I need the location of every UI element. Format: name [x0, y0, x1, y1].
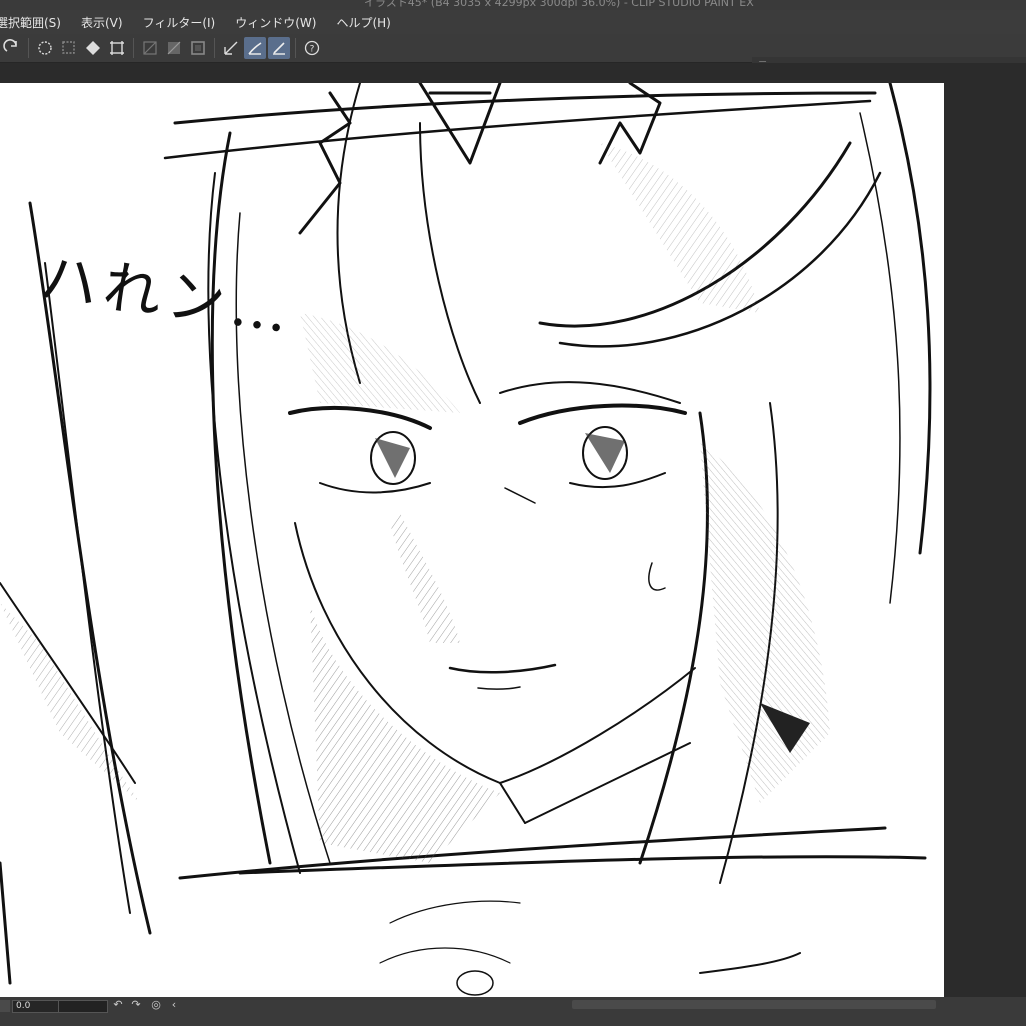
title-bar: イラスト45* (B4 3035 x 4299px 300dpi 36.0%) … [0, 0, 1026, 10]
clear-button[interactable] [163, 37, 185, 59]
help-button[interactable]: ? [301, 37, 323, 59]
redo-icon [3, 39, 17, 52]
pen-snap-button[interactable] [244, 37, 266, 59]
horizontal-scrollbar[interactable] [572, 1000, 936, 1009]
ruler-snap-icon [224, 41, 238, 55]
menu-help[interactable]: ヘルプ(H) [326, 14, 400, 31]
menu-bar: 選択範囲(S) 表示(V) フィルター(I) ウィンドウ(W) ヘルプ(H) [0, 10, 1026, 34]
ruler-snap-button[interactable] [220, 37, 242, 59]
menu-view[interactable]: 表示(V) [71, 14, 133, 31]
select-all-icon [38, 41, 52, 55]
help-icon: ? [304, 40, 320, 56]
transform-button[interactable] [106, 37, 128, 59]
toolbar-separator [28, 38, 29, 58]
zoom-slider[interactable] [58, 1000, 108, 1013]
window-title: イラスト45* (B4 3035 x 4299px 300dpi 36.0%) … [364, 0, 754, 9]
redo-button[interactable] [1, 37, 23, 59]
flip-icon[interactable]: ‹ [168, 999, 180, 1011]
fill-icon [86, 41, 100, 55]
deselect-icon [62, 41, 75, 54]
select-all-button[interactable] [34, 37, 56, 59]
fill-button[interactable] [82, 37, 104, 59]
ruler-pen-icon [273, 42, 285, 55]
svg-text:?: ? [310, 45, 315, 55]
menu-selection[interactable]: 選択範囲(S) [0, 14, 71, 31]
status-bar: 0.0 ↶ ↷ ◎ ‹ [0, 997, 1026, 1026]
toolbar-separator [214, 38, 215, 58]
menu-filter[interactable]: フィルター(I) [133, 14, 226, 31]
border-icon [191, 41, 205, 55]
rotate-right-icon[interactable]: ↷ [130, 999, 142, 1011]
canvas-area[interactable]: ハれン… [0, 63, 1026, 997]
rotate-left-icon[interactable]: ↶ [112, 999, 124, 1011]
clear-outside-icon [143, 41, 157, 55]
toolbar-separator [133, 38, 134, 58]
drawing-canvas[interactable]: ハれン… [0, 83, 944, 997]
navigator-toggle[interactable] [0, 1000, 10, 1012]
sketch-drawing [0, 83, 932, 996]
reset-rotation-icon[interactable]: ◎ [150, 999, 162, 1011]
clear-icon [167, 41, 181, 55]
toolbar-separator [295, 38, 296, 58]
zoom-value-field[interactable]: 0.0 [12, 1000, 59, 1013]
clear-outside-button[interactable] [139, 37, 161, 59]
deselect-button[interactable] [58, 37, 80, 59]
pen-snap-icon [248, 42, 262, 55]
transform-icon [110, 41, 124, 55]
border-button[interactable] [187, 37, 209, 59]
menu-window[interactable]: ウィンドウ(W) [225, 14, 326, 31]
ruler-pen-button[interactable] [268, 37, 290, 59]
